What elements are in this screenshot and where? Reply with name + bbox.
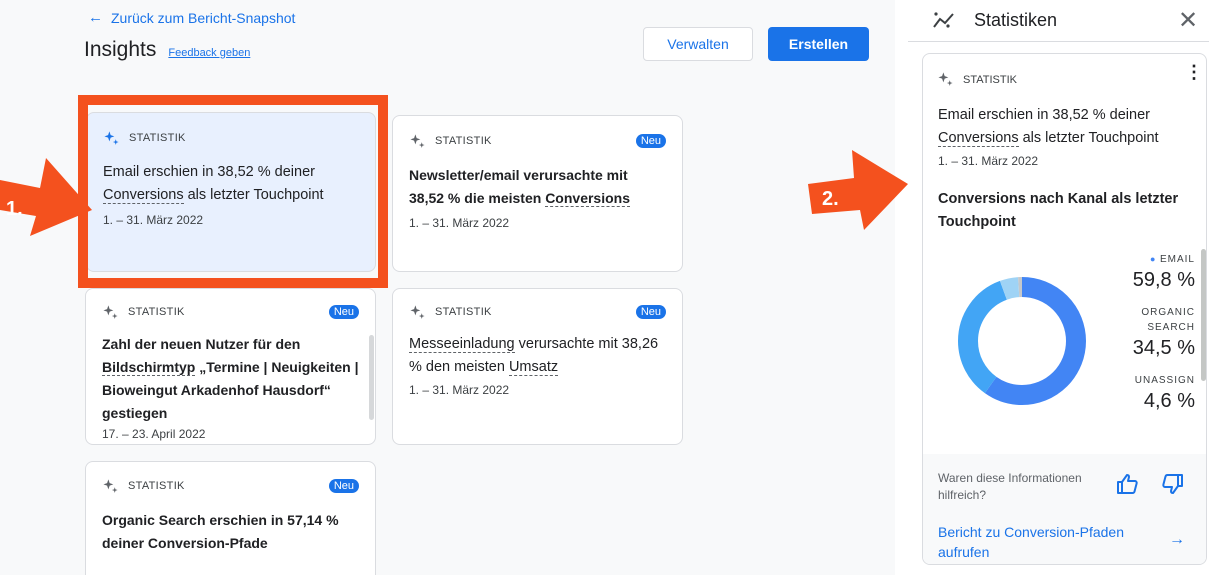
sparkle-icon [938,72,953,86]
insight-card[interactable]: STATISTIK Neu Messeeinladung verursachte… [392,288,683,445]
close-icon[interactable]: ✕ [1178,6,1198,35]
annotation-label-2: 2. [822,188,839,210]
card-term[interactable]: Umsatz [508,359,559,376]
card-text: Zahl der neuen Nutzer für den Bildschirm… [102,333,359,425]
title-row: Insights Feedback geben [84,38,250,62]
panel-insight-card: STATISTIK ⋮ Email erschien in 38,52 % de… [922,53,1207,565]
feedback-link[interactable]: Feedback geben [168,47,250,59]
card-text-part: Email erschien in 38,52 % deiner [103,164,315,180]
panel-term[interactable]: Conversions [938,130,1019,147]
card-date: 1. – 31. März 2022 [103,213,204,227]
legend-label: EMAIL [1159,254,1195,265]
back-arrow-icon: ← [88,9,103,26]
panel-card-text: Email erschien in 38,52 % deiner Convers… [938,104,1193,150]
create-button[interactable]: Erstellen [768,27,869,61]
card-text: Newsletter/email verursachte mit 38,52 %… [409,164,666,210]
card-text-part: Zahl der neuen Nutzer für den [102,336,301,352]
legend-value: 59,8 % [1132,269,1195,291]
card-term[interactable]: Messeeinladung [409,336,515,353]
legend-value: 34,5 % [1132,337,1195,359]
helpful-question: Waren diese Informationen hilfreich? [938,471,1082,502]
insights-main: ← Zurück zum Bericht-Snapshot Insights F… [0,0,895,575]
card-label: STATISTIK [128,306,185,318]
legend-label: UNASSIGN [1134,375,1195,386]
annotation-label-1: 1. [6,198,23,220]
conversion-paths-report-link[interactable]: Bericht zu Conversion-Pfaden aufrufen [938,522,1128,562]
insight-card[interactable]: STATISTIK Neu Zahl der neuen Nutzer für … [85,288,376,445]
new-badge: Neu [635,134,666,148]
panel-card-date: 1. – 31. März 2022 [938,154,1039,168]
back-link[interactable]: ← Zurück zum Bericht-Snapshot [88,9,295,26]
chart-title: Conversions nach Kanal als letzter Touch… [938,191,1179,230]
legend-label: ORGANIC SEARCH [1141,307,1195,333]
new-badge: Neu [635,305,666,319]
sparkle-icon [104,130,119,145]
legend-value: 4,6 % [1143,390,1195,412]
new-badge: Neu [328,479,359,493]
panel-card-head: STATISTIK [937,71,1017,88]
card-date: 1. – 31. März 2022 [409,383,510,397]
panel-title: Statistiken [974,10,1058,30]
page-title: Insights [84,38,157,61]
manage-button[interactable]: Verwalten [643,27,753,61]
panel-text-part: als letzter Touchpoint [1018,130,1159,146]
back-link-label: Zurück zum Bericht-Snapshot [111,9,296,26]
statistics-panel: Statistiken ✕ STATISTIK ⋮ Email erschien… [908,0,1209,575]
card-text-part: als letzter Touchpoint [183,187,324,203]
card-label: STATISTIK [129,132,186,144]
panel-card-label: STATISTIK [963,73,1017,86]
new-badge: Neu [328,305,359,319]
sparkle-icon [103,304,118,319]
more-vert-icon[interactable]: ⋮ [1185,63,1203,81]
chart-legend: ● EMAIL 59,8 % ORGANIC SEARCH 34,5 % UNA… [1105,252,1195,426]
card-term[interactable]: Conversions [103,187,184,204]
legend-dot-icon: ● [1150,254,1160,264]
legend-item: ORGANIC SEARCH 34,5 % [1105,305,1195,360]
sparkle-icon [410,304,425,319]
donut-chart [958,277,1086,405]
card-term[interactable]: Bildschirmtyp [102,359,196,376]
card-scrollbar[interactable] [369,335,374,420]
insights-trend-icon [933,12,954,28]
card-label: STATISTIK [128,480,185,492]
card-text-part: Organic Search erschien in 57,14 % deine… [102,512,339,551]
card-text: Messeeinladung verursachte mit 38,26 % d… [409,333,666,379]
thumb-up-icon[interactable] [1115,472,1139,496]
card-text: Organic Search erschien in 57,14 % deine… [102,509,359,555]
card-date: 1. – 31. März 2022 [409,216,510,230]
card-text: Email erschien in 38,52 % deiner Convers… [103,161,359,207]
card-term[interactable]: Conversions [545,190,630,207]
panel-header: Statistiken ✕ [908,0,1209,42]
arrow-right-icon[interactable]: → [1169,531,1185,549]
legend-item: UNASSIGN 4,6 % [1105,373,1195,413]
sparkle-icon [410,133,425,148]
thumb-down-icon[interactable] [1161,472,1185,496]
panel-card-footer: Waren diese Informationen hilfreich? Ber… [923,454,1206,564]
card-label: STATISTIK [435,306,492,318]
card-date: 17. – 23. April 2022 [102,427,206,441]
insight-card[interactable]: STATISTIK Neu Organic Search erschien in… [85,461,376,575]
annotation-arrow-1 [0,158,92,236]
sparkle-icon [103,478,118,493]
card-label: STATISTIK [435,135,492,147]
insight-card[interactable]: STATISTIK Neu Newsletter/email verursach… [392,115,683,272]
legend-scrollbar[interactable] [1201,249,1206,381]
insight-card[interactable]: STATISTIK Email erschien in 38,52 % dein… [86,112,376,272]
panel-text-part: Email erschien in 38,52 % deiner [938,107,1150,123]
legend-item: ● EMAIL 59,8 % [1105,252,1195,292]
